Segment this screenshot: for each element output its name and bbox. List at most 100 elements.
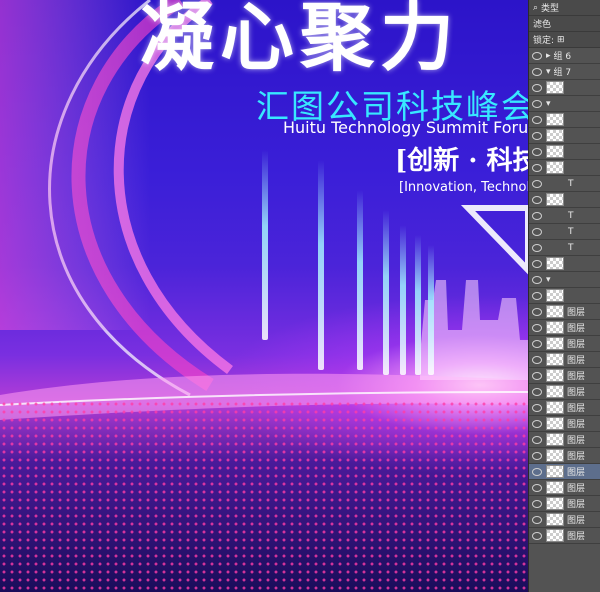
light-bar	[318, 160, 324, 370]
visibility-eye-icon[interactable]	[532, 131, 542, 140]
visibility-eye-icon[interactable]	[532, 115, 542, 124]
layer-row[interactable]: 图层	[529, 512, 600, 528]
layer-row-text[interactable]: T	[529, 240, 600, 256]
layer-row[interactable]: 图层	[529, 432, 600, 448]
folder-icon: ▾	[546, 98, 551, 109]
visibility-eye-icon[interactable]	[532, 483, 542, 492]
layer-row[interactable]	[529, 112, 600, 128]
visibility-eye-icon[interactable]	[532, 83, 542, 92]
lock-icon[interactable]: ⊞	[557, 35, 565, 45]
layer-row[interactable]	[529, 256, 600, 272]
layer-thumbnail	[546, 449, 564, 462]
light-bar	[383, 210, 389, 375]
layer-row[interactable]: 图层	[529, 384, 600, 400]
layer-thumbnail	[546, 417, 564, 430]
layer-row-group-6[interactable]: ▸ 组 6	[529, 48, 600, 64]
visibility-eye-icon[interactable]	[532, 51, 542, 60]
layer-row[interactable]	[529, 80, 600, 96]
visibility-eye-icon[interactable]	[532, 403, 542, 412]
layer-row[interactable]: 图层	[529, 320, 600, 336]
slogan-en: [Innovation, Technology	[399, 180, 528, 195]
visibility-eye-icon[interactable]	[532, 67, 542, 76]
layers-panel: ⌕ 类型 滤色 锁定: ⊞ ▸ 组 6 ▾ 组 7 ▾ T T T T ▾ 图层…	[528, 0, 600, 592]
visibility-eye-icon[interactable]	[532, 371, 542, 380]
folder-icon: ▾	[546, 274, 551, 285]
layer-thumbnail	[546, 193, 564, 206]
layer-thumbnail	[546, 369, 564, 382]
layer-row[interactable]: 图层	[529, 368, 600, 384]
layer-thumbnail	[546, 129, 564, 142]
light-bar	[357, 190, 363, 370]
layer-row[interactable]	[529, 192, 600, 208]
layer-thumbnail	[546, 513, 564, 526]
visibility-eye-icon[interactable]	[532, 451, 542, 460]
text-layer-icon: T	[568, 226, 574, 237]
visibility-eye-icon[interactable]	[532, 195, 542, 204]
layer-row[interactable]: 图层	[529, 416, 600, 432]
visibility-eye-icon[interactable]	[532, 499, 542, 508]
visibility-eye-icon[interactable]	[532, 243, 542, 252]
layer-thumbnail	[546, 305, 564, 318]
blend-mode-select[interactable]: 滤色	[529, 16, 600, 32]
layer-thumbnail	[546, 401, 564, 414]
layer-name: 图层	[567, 500, 586, 510]
layer-row-selected[interactable]: 图层	[529, 464, 600, 480]
visibility-eye-icon[interactable]	[532, 211, 542, 220]
text-layer-icon: T	[568, 210, 574, 221]
visibility-eye-icon[interactable]	[532, 355, 542, 364]
layer-row[interactable]: 图层	[529, 400, 600, 416]
visibility-eye-icon[interactable]	[532, 99, 542, 108]
dotted-floor	[0, 400, 528, 592]
poster-canvas: 凝心聚力 汇图公司科技峰会 Huitu Technology Summit Fo…	[0, 0, 528, 592]
layer-row[interactable]	[529, 128, 600, 144]
layer-row[interactable]: ▾	[529, 96, 600, 112]
layer-row[interactable]	[529, 288, 600, 304]
layer-row[interactable]: 图层	[529, 480, 600, 496]
layer-thumbnail	[546, 433, 564, 446]
visibility-eye-icon[interactable]	[532, 435, 542, 444]
filter-kind-select[interactable]: ⌕ 类型	[529, 0, 600, 16]
layer-row-group-7[interactable]: ▾ 组 7	[529, 64, 600, 80]
layer-row-text[interactable]: T	[529, 176, 600, 192]
visibility-eye-icon[interactable]	[532, 179, 542, 188]
layer-row[interactable]: 图层	[529, 496, 600, 512]
visibility-eye-icon[interactable]	[532, 307, 542, 316]
visibility-eye-icon[interactable]	[532, 531, 542, 540]
layer-name: 图层	[567, 404, 586, 414]
layer-row[interactable]: 图层	[529, 352, 600, 368]
visibility-eye-icon[interactable]	[532, 467, 542, 476]
visibility-eye-icon[interactable]	[532, 275, 542, 284]
visibility-eye-icon[interactable]	[532, 163, 542, 172]
visibility-eye-icon[interactable]	[532, 323, 542, 332]
lock-row: 锁定: ⊞	[529, 32, 600, 48]
visibility-eye-icon[interactable]	[532, 419, 542, 428]
layer-thumbnail	[546, 145, 564, 158]
layer-row-text[interactable]: T	[529, 224, 600, 240]
layer-name: 图层	[567, 340, 586, 350]
layer-thumbnail	[546, 353, 564, 366]
layer-row[interactable]: 图层	[529, 304, 600, 320]
layer-row[interactable]: 图层	[529, 528, 600, 544]
visibility-eye-icon[interactable]	[532, 339, 542, 348]
layer-thumbnail	[546, 257, 564, 270]
layer-row[interactable]	[529, 160, 600, 176]
layer-row[interactable]	[529, 144, 600, 160]
visibility-eye-icon[interactable]	[532, 387, 542, 396]
layer-row[interactable]: ▾	[529, 272, 600, 288]
layer-thumbnail	[546, 497, 564, 510]
brush-title: 凝心聚力	[140, 0, 460, 81]
search-icon: ⌕	[533, 2, 539, 13]
light-bar	[400, 225, 406, 375]
visibility-eye-icon[interactable]	[532, 227, 542, 236]
layer-name: 图层	[567, 420, 586, 430]
visibility-eye-icon[interactable]	[532, 291, 542, 300]
layer-thumbnail	[546, 337, 564, 350]
text-layer-icon: T	[568, 178, 574, 189]
layer-row[interactable]: 图层	[529, 448, 600, 464]
layer-row[interactable]: 图层	[529, 336, 600, 352]
layer-row-text[interactable]: T	[529, 208, 600, 224]
layer-thumbnail	[546, 161, 564, 174]
visibility-eye-icon[interactable]	[532, 515, 542, 524]
visibility-eye-icon[interactable]	[532, 147, 542, 156]
visibility-eye-icon[interactable]	[532, 259, 542, 268]
